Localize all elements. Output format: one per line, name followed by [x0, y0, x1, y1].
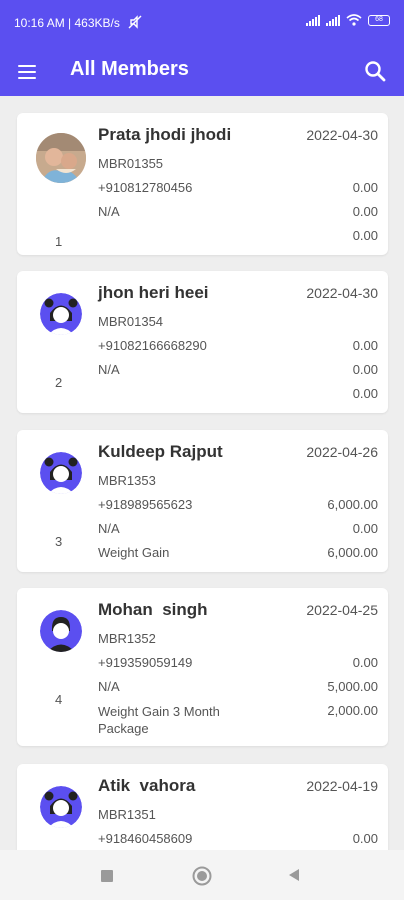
- battery-icon: 68: [368, 14, 390, 26]
- amount-total: 0.00: [352, 180, 378, 195]
- status-bar: 10:16 AM | 463KB/s 68: [0, 0, 404, 46]
- wifi-icon: [346, 14, 362, 26]
- amount-due: 0.00: [352, 386, 378, 401]
- signal-icon-2: [326, 14, 340, 26]
- member-plan: N/A: [98, 679, 120, 694]
- home-button[interactable]: [191, 865, 213, 892]
- member-index: 2: [55, 375, 63, 390]
- avatar: [40, 293, 82, 335]
- avatar: [40, 610, 82, 652]
- female-avatar-icon: [40, 786, 82, 828]
- member-date: 2022-04-30: [306, 285, 378, 301]
- status-time: 10:16 AM | 463KB/s: [14, 16, 120, 30]
- search-icon: [365, 61, 386, 82]
- member-date: 2022-04-25: [306, 602, 378, 618]
- member-index: 4: [55, 692, 63, 707]
- menu-icon-line: [18, 71, 36, 74]
- amount-total: 0.00: [352, 831, 378, 846]
- member-id: MBR1352: [98, 631, 156, 646]
- member-date: 2022-04-26: [306, 444, 378, 460]
- amount-total: 0.00: [352, 338, 378, 353]
- member-phone: +918460458609: [98, 831, 193, 846]
- search-button[interactable]: [360, 56, 390, 86]
- page-title: All Members: [70, 58, 189, 80]
- member-plan: N/A: [98, 204, 120, 219]
- member-card[interactable]: 4 Mohan singh 2022-04-25 MBR1352 +919359…: [17, 588, 388, 746]
- member-id: MBR1351: [98, 807, 156, 822]
- member-id: MBR01355: [98, 156, 164, 171]
- member-index: 1: [55, 234, 63, 249]
- mute-icon: [128, 15, 142, 29]
- app-bar: All Members: [0, 46, 404, 96]
- member-name: jhon heri heei: [98, 283, 209, 302]
- member-package: Weight Gain 3 Month Package: [98, 704, 220, 736]
- avatar: [36, 133, 86, 183]
- menu-button[interactable]: [14, 58, 42, 84]
- menu-icon-line: [18, 77, 36, 80]
- amount-due: 0.00: [352, 228, 378, 243]
- member-name: Mohan singh: [98, 600, 208, 619]
- member-card[interactable]: 2 jhon heri heei 2022-04-30 MBR01354 +91…: [17, 271, 388, 413]
- member-plan: N/A: [98, 521, 120, 536]
- amount-paid: 0.00: [352, 362, 378, 377]
- system-icons: 68: [306, 14, 390, 26]
- female-avatar-icon: [40, 452, 82, 494]
- member-name: Prata jhodi jhodi: [98, 125, 232, 144]
- amount-total: 0.00: [352, 655, 378, 670]
- amount-due: 6,000.00: [327, 545, 378, 560]
- member-card[interactable]: 1 Prata jhodi jhodi 2022-04-30 MBR01355 …: [17, 113, 388, 255]
- male-avatar-icon: [40, 610, 82, 652]
- square-icon: [101, 870, 113, 882]
- member-id: MBR1353: [98, 473, 156, 488]
- member-index: 3: [55, 534, 63, 549]
- member-id: MBR01354: [98, 314, 164, 329]
- member-photo-icon: [36, 133, 86, 183]
- amount-due: 2,000.00: [327, 703, 378, 718]
- signal-icon: [306, 14, 320, 26]
- menu-icon: [18, 65, 36, 68]
- member-phone: +910812780456: [98, 180, 193, 195]
- member-card[interactable]: Atik vahora 2022-04-19 MBR1351 +91846045…: [17, 764, 388, 850]
- system-nav-bar: [0, 850, 404, 900]
- triangle-back-icon: [289, 869, 299, 881]
- avatar: [40, 786, 82, 828]
- member-card[interactable]: 3 Kuldeep Rajput 2022-04-26 MBR1353 +918…: [17, 430, 388, 572]
- back-button[interactable]: [284, 865, 304, 890]
- circle-icon: [192, 866, 212, 886]
- avatar: [40, 452, 82, 494]
- member-list: 1 Prata jhodi jhodi 2022-04-30 MBR01355 …: [0, 96, 404, 850]
- amount-paid: 0.00: [352, 521, 378, 536]
- amount-total: 6,000.00: [327, 497, 378, 512]
- amount-paid: 5,000.00: [327, 679, 378, 694]
- member-name: Atik vahora: [98, 776, 196, 795]
- member-plan: N/A: [98, 362, 120, 377]
- member-date: 2022-04-30: [306, 127, 378, 143]
- member-phone: +919359059149: [98, 655, 193, 670]
- amount-paid: 0.00: [352, 204, 378, 219]
- member-package: Weight Gain: [98, 545, 170, 560]
- member-phone: +91082166668290: [98, 338, 207, 353]
- female-avatar-icon: [40, 293, 82, 335]
- recents-button[interactable]: [97, 865, 117, 890]
- member-phone: +918989565623: [98, 497, 193, 512]
- member-name: Kuldeep Rajput: [98, 442, 223, 461]
- member-date: 2022-04-19: [306, 778, 378, 794]
